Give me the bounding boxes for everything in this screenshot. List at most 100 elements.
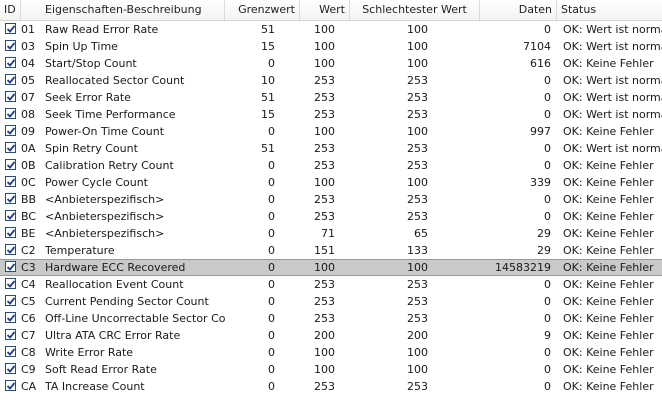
row-checkbox[interactable] [5,40,16,51]
table-row[interactable]: 03 Spin Up Time 15 100 100 7104 OK: Wert ist n… [0,38,662,55]
attribute-value: 253 [314,108,335,121]
row-checkbox[interactable] [5,244,16,255]
row-checkbox[interactable] [5,210,16,221]
attribute-status: OK: Keine Fehler [563,57,654,70]
table-row[interactable]: 0C Power Cycle Count 0 100 100 339 OK: Keine F… [0,174,662,191]
attribute-worst: 253 [407,91,428,104]
attribute-status: OK: Keine Fehler [563,227,654,240]
row-checkbox[interactable] [5,108,16,119]
row-checkbox[interactable] [5,74,16,85]
table-row[interactable]: C4 Reallocation Event Count 0 253 253 0 OK: Ke… [0,276,662,293]
row-checkbox[interactable] [5,261,16,272]
attribute-id: C3 [21,261,36,274]
row-checkbox[interactable] [5,380,16,391]
attribute-id: BB [21,193,37,206]
attribute-raw: 0 [544,159,551,172]
table-row[interactable]: 04 Start/Stop Count 0 100 100 616 OK: Keine Fe… [0,55,662,72]
column-header-id[interactable]: ID [0,0,21,20]
row-checkbox[interactable] [5,312,16,323]
attribute-raw: 14583219 [495,261,551,274]
row-checkbox[interactable] [5,159,16,170]
table-row[interactable]: C3 Hardware ECC Recovered 0 100 100 14583219 O… [0,259,662,276]
table-row[interactable]: C2 Temperature 0 151 133 29 OK: Keine Fehler [0,242,662,259]
row-checkbox[interactable] [5,363,16,374]
table-row[interactable]: BC <Anbieterspezifisch> 0 253 253 0 OK: Keine … [0,208,662,225]
table-row[interactable]: C7 Ultra ATA CRC Error Rate 0 200 200 9 OK: Ke… [0,327,662,344]
table-row[interactable]: CA TA Increase Count 0 253 253 0 OK: Keine Feh… [0,378,662,395]
column-header-name[interactable]: Eigenschaften-Beschreibung [21,0,225,20]
table-row[interactable]: 05 Reallocated Sector Count 10 253 253 0 OK: W… [0,72,662,89]
attribute-worst: 100 [407,363,428,376]
table-row[interactable]: 0B Calibration Retry Count 0 253 253 0 OK: Kei… [0,157,662,174]
attribute-worst: 253 [407,380,428,393]
attribute-threshold: 0 [268,57,275,70]
table-row[interactable]: 01 Raw Read Error Rate 51 100 100 0 OK: Wert i… [0,21,662,38]
attribute-id: 0B [21,159,36,172]
column-header-raw[interactable]: Daten [480,0,557,20]
checkmark-icon [6,229,16,237]
checkmark-icon [6,212,16,220]
row-checkbox[interactable] [5,193,16,204]
table-row[interactable]: C5 Current Pending Sector Count 0 253 253 0 OK… [0,293,662,310]
attribute-raw: 0 [544,108,551,121]
attribute-value: 100 [314,346,335,359]
table-row[interactable]: C6 Off-Line Uncorrectable Sector Count 0 25… [0,310,662,327]
attribute-threshold: 51 [261,91,275,104]
attribute-name: Raw Read Error Rate [45,23,159,36]
attribute-status: OK: Keine Fehler [563,380,654,393]
table-header: ID Eigenschaften-Beschreibung Grenzwert … [0,0,662,21]
attribute-raw: 0 [544,193,551,206]
row-checkbox[interactable] [5,227,16,238]
attribute-value: 100 [314,125,335,138]
attribute-worst: 100 [407,23,428,36]
attribute-worst: 253 [407,193,428,206]
table-row[interactable]: BB <Anbieterspezifisch> 0 253 253 0 OK: Keine … [0,191,662,208]
table-row[interactable]: 0A Spin Retry Count 51 253 253 0 OK: Wert ist … [0,140,662,157]
attribute-status: OK: Wert ist normal [563,108,662,121]
row-checkbox[interactable] [5,295,16,306]
table-row[interactable]: 09 Power-On Time Count 0 100 100 997 OK: Keine… [0,123,662,140]
column-header-threshold[interactable]: Grenzwert [225,0,300,20]
attribute-raw: 0 [544,346,551,359]
table-row[interactable]: C9 Soft Read Error Rate 0 100 100 0 OK: Keine … [0,361,662,378]
row-checkbox[interactable] [5,125,16,136]
attribute-value: 253 [314,380,335,393]
table-row[interactable]: C8 Write Error Rate 0 100 100 0 OK: Keine Fehl… [0,344,662,361]
attribute-worst: 100 [407,57,428,70]
smart-attributes-table: ID Eigenschaften-Beschreibung Grenzwert … [0,0,662,395]
checkmark-icon [6,331,16,339]
attribute-worst: 100 [407,346,428,359]
attribute-status: OK: Keine Fehler [563,159,654,172]
row-checkbox[interactable] [5,23,16,34]
column-header-worst[interactable]: Schlechtester Wert [350,0,480,20]
attribute-status: OK: Keine Fehler [563,312,654,325]
table-row[interactable]: 07 Seek Error Rate 51 253 253 0 OK: Wert ist n… [0,89,662,106]
attribute-threshold: 0 [268,193,275,206]
checkmark-icon [6,110,16,118]
attribute-threshold: 0 [268,227,275,240]
row-checkbox[interactable] [5,91,16,102]
attribute-name: Reallocated Sector Count [45,74,185,87]
attribute-id: 01 [21,23,35,36]
attribute-worst: 100 [407,125,428,138]
attribute-status: OK: Wert ist normal [563,142,662,155]
attribute-name: Spin Up Time [45,40,118,53]
attribute-value: 253 [314,91,335,104]
row-checkbox[interactable] [5,346,16,357]
table-body: 01 Raw Read Error Rate 51 100 100 0 OK: Wert i… [0,21,662,395]
row-checkbox[interactable] [5,57,16,68]
attribute-threshold: 0 [268,363,275,376]
table-row[interactable]: 08 Seek Time Performance 15 253 253 0 OK: Wert… [0,106,662,123]
checkmark-icon [6,297,16,305]
row-checkbox[interactable] [5,176,16,187]
row-checkbox[interactable] [5,278,16,289]
attribute-worst: 65 [414,227,428,240]
attribute-value: 71 [321,227,335,240]
attribute-raw: 0 [544,295,551,308]
column-header-status[interactable]: Status [557,0,662,20]
row-checkbox[interactable] [5,142,16,153]
table-row[interactable]: BE <Anbieterspezifisch> 0 71 65 29 OK: Keine F… [0,225,662,242]
checkmark-icon [6,280,16,288]
column-header-value[interactable]: Wert [300,0,350,20]
row-checkbox[interactable] [5,329,16,340]
